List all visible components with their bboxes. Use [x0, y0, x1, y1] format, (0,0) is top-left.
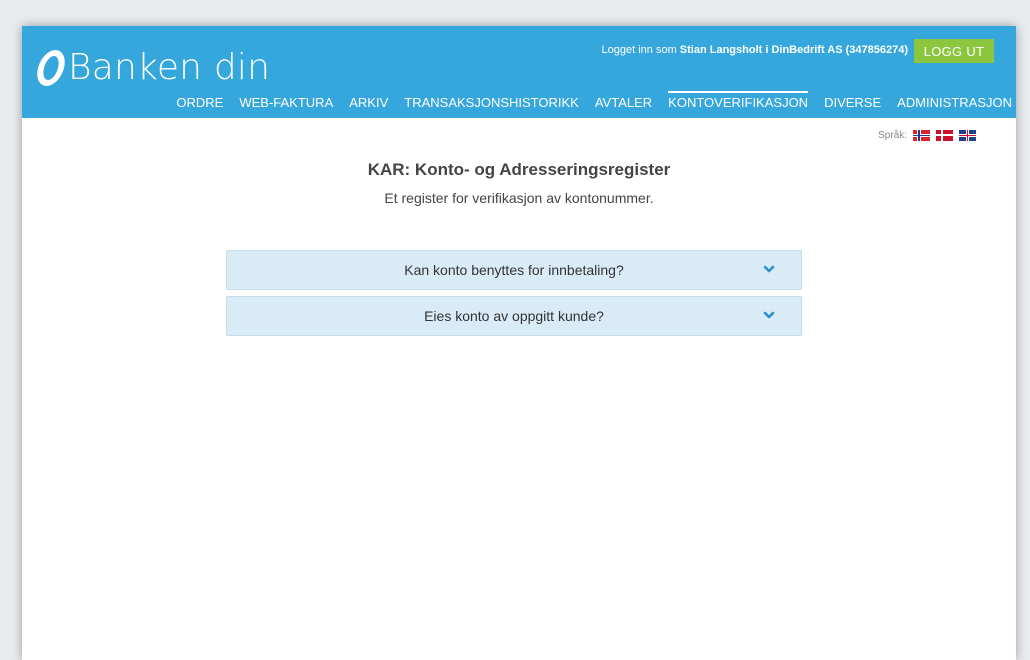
brand-name: Banken din [68, 47, 271, 88]
accordion-label: Eies konto av oppgitt kunde? [424, 308, 604, 324]
accordion-eier[interactable]: Eies konto av oppgitt kunde? [226, 296, 802, 336]
nav-item-web-faktura[interactable]: WEB-FAKTURA [239, 94, 333, 112]
main-nav: ORDRE WEB-FAKTURA ARKIV TRANSAKSJONSHIST… [160, 91, 1016, 112]
denmark-flag-icon[interactable] [936, 130, 953, 141]
logged-in-info: Logget inn som Stian Langsholt i DinBedr… [602, 44, 908, 56]
chevron-down-icon [763, 265, 775, 273]
nav-item-administrasjon[interactable]: ADMINISTRASJON [897, 94, 1012, 112]
logged-in-user: Stian Langsholt i DinBedrift AS (3478562… [679, 44, 908, 56]
nav-item-arkiv[interactable]: ARKIV [349, 94, 388, 112]
nav-item-avtaler[interactable]: AVTALER [595, 94, 652, 112]
nav-item-ordre[interactable]: ORDRE [176, 94, 223, 112]
language-selector: Språk: [878, 130, 976, 141]
brand-logo[interactable]: Banken din [33, 46, 271, 90]
logged-in-prefix: Logget inn som [601, 44, 677, 56]
chevron-down-icon [763, 311, 775, 319]
page-subtitle: Et register for verifikasjon av kontonum… [384, 190, 654, 206]
logo-mark-icon [33, 50, 69, 86]
uk-flag-icon[interactable] [959, 130, 976, 141]
nav-item-kontoverifikasjon[interactable]: KONTOVERIFIKASJON [668, 91, 808, 112]
logout-button[interactable]: LOGG UT [914, 39, 994, 63]
accordion-label: Kan konto benyttes for innbetaling? [404, 262, 624, 278]
accordion-innbetaling[interactable]: Kan konto benyttes for innbetaling? [226, 250, 802, 290]
norway-flag-icon[interactable] [913, 130, 930, 141]
nav-item-diverse[interactable]: DIVERSE [824, 94, 881, 112]
page-title: KAR: Konto- og Adresseringsregister [367, 160, 671, 179]
language-label: Språk: [878, 130, 907, 141]
browser-window: Banken din Logget inn som Stian Langshol… [22, 26, 1016, 660]
nav-item-transaksjonshistorikk[interactable]: TRANSAKSJONSHISTORIKK [404, 94, 579, 112]
top-header: Banken din Logget inn som Stian Langshol… [22, 26, 1016, 118]
